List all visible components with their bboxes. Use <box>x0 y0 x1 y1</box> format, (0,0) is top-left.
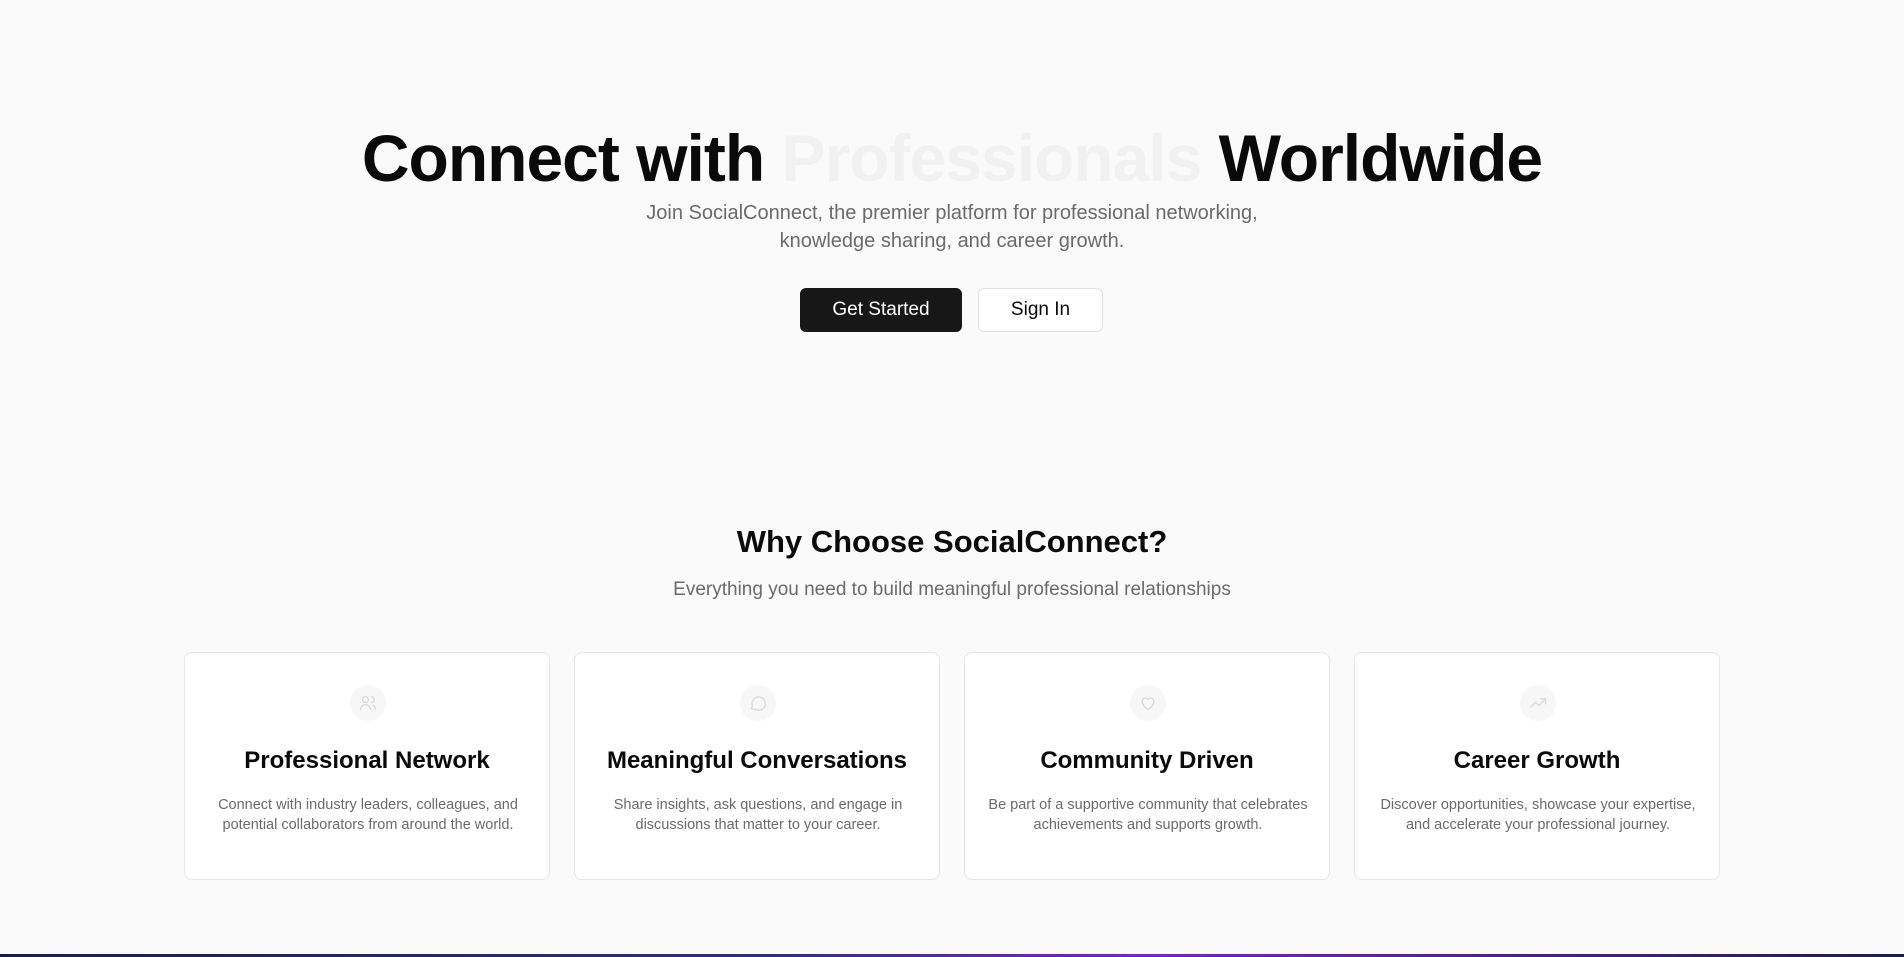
feature-card-description: Share insights, ask questions, and engag… <box>613 797 903 833</box>
feature-card-title: Career Growth <box>1453 747 1621 774</box>
sign-in-button[interactable]: Sign In <box>978 288 1103 332</box>
feature-card-professional-network: Professional Network Connect with indust… <box>184 652 550 880</box>
feature-card-title: Professional Network <box>244 747 490 774</box>
trending-up-icon <box>1520 685 1556 721</box>
feature-card-description: Connect with industry leaders, colleague… <box>218 797 518 833</box>
users-icon <box>350 685 386 721</box>
hero-actions: Get Started Sign In <box>800 288 1103 332</box>
feature-card-community-driven: Community Driven Be part of a supportive… <box>964 652 1330 880</box>
get-started-button[interactable]: Get Started <box>800 288 962 332</box>
features-title: Why Choose SocialConnect? <box>736 524 1168 559</box>
hero-title: Connect with Professionals Worldwide <box>0 118 1904 198</box>
hero-title-highlight: Professionals <box>781 121 1203 195</box>
feature-card-meaningful-conversations: Meaningful Conversations Share insights,… <box>574 652 940 880</box>
features-grid: Professional Network Connect with indust… <box>184 652 1721 880</box>
feature-card-title: Community Driven <box>1040 747 1254 774</box>
feature-card-description: Be part of a supportive community that c… <box>988 797 1308 833</box>
features-subtitle: Everything you need to build meaningful … <box>673 579 1231 600</box>
hero-subtitle: Join SocialConnect, the premier platform… <box>646 202 1258 252</box>
heart-icon <box>1130 685 1166 721</box>
message-circle-icon <box>740 685 776 721</box>
feature-card-description: Discover opportunities, showcase your ex… <box>1380 797 1696 833</box>
feature-card-title: Meaningful Conversations <box>606 747 908 774</box>
hero-title-part1: Connect with <box>361 121 782 195</box>
feature-card-career-growth: Career Growth Discover opportunities, sh… <box>1354 652 1720 880</box>
hero-title-part2: Worldwide <box>1201 121 1543 195</box>
